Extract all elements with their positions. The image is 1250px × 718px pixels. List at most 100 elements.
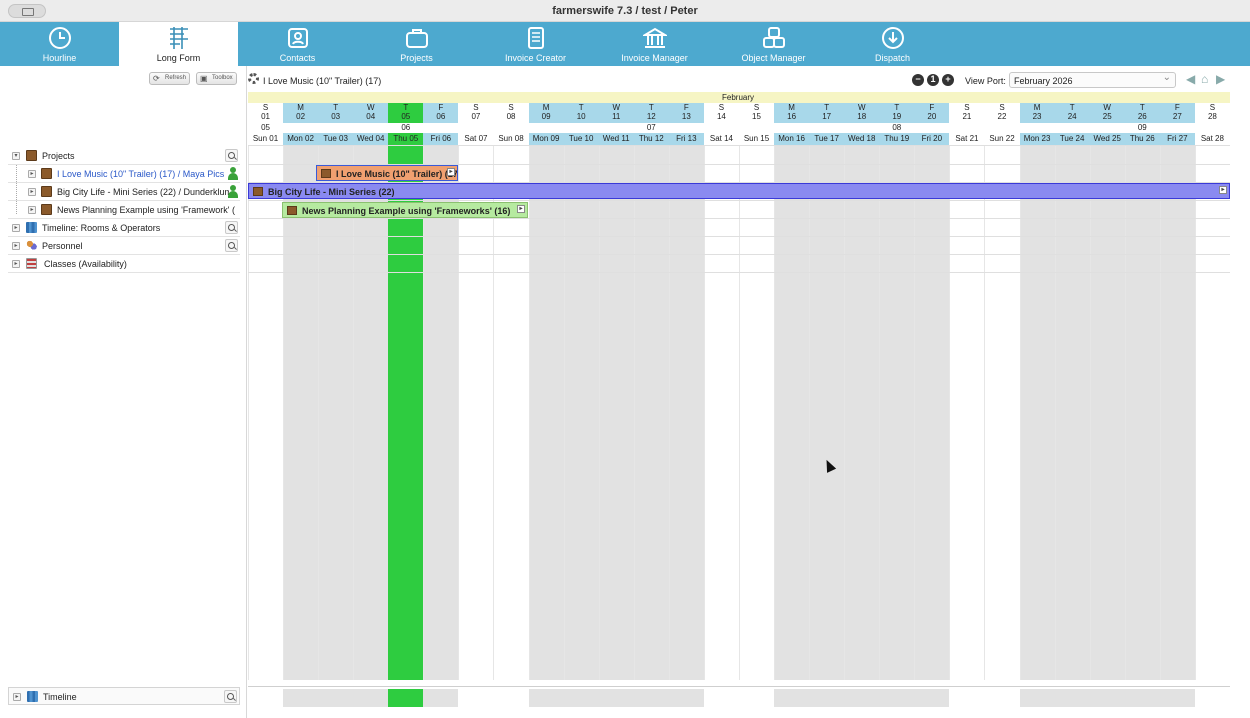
search-icon[interactable] xyxy=(225,149,238,162)
expand-icon[interactable]: ▸ xyxy=(12,260,20,268)
expand-icon[interactable]: ▸ xyxy=(447,168,455,176)
booking-bar[interactable]: I Love Music (10" Trailer) (17) ▸ xyxy=(316,165,458,181)
day-label[interactable]: Fri 06 xyxy=(423,133,459,145)
day-label[interactable]: Wed 04 xyxy=(353,133,389,145)
day-label[interactable]: Sun 22 xyxy=(984,133,1020,145)
tree-bottom-timeline[interactable]: ▸ Timeline xyxy=(8,687,240,705)
day-label[interactable]: Tue 17 xyxy=(809,133,845,145)
zoom-reset-button[interactable]: 1 xyxy=(927,74,939,86)
day-header[interactable]: M 09 xyxy=(528,103,564,123)
day-header[interactable]: S 07 xyxy=(458,103,494,123)
search-icon[interactable] xyxy=(225,221,238,234)
day-header[interactable]: F 06 xyxy=(423,103,459,123)
expand-icon[interactable]: ▸ xyxy=(28,170,36,178)
nav-object-manager[interactable]: Object Manager xyxy=(714,22,833,66)
day-column[interactable] xyxy=(949,145,985,680)
timeline-column[interactable] xyxy=(1194,689,1230,707)
day-label[interactable]: Tue 24 xyxy=(1054,133,1090,145)
day-label[interactable]: Sat 28 xyxy=(1194,133,1230,145)
day-header[interactable]: T 05 xyxy=(388,103,424,123)
expand-icon[interactable]: ▸ xyxy=(28,206,36,214)
day-label[interactable]: Tue 03 xyxy=(318,133,354,145)
day-label[interactable]: Sat 14 xyxy=(703,133,739,145)
timeline-column[interactable] xyxy=(914,689,950,707)
tree-personnel[interactable]: ▸ Personnel xyxy=(8,237,240,255)
nav-contacts[interactable]: Contacts xyxy=(238,22,357,66)
timeline-column[interactable] xyxy=(353,689,389,707)
calendar-grid[interactable]: February S 01 Sun 01 M 02 Mon 02 T 03 Tue 03 W 04 W… xyxy=(248,92,1230,718)
day-header[interactable]: S 14 xyxy=(703,103,739,123)
day-header[interactable]: S 08 xyxy=(493,103,529,123)
gear-icon[interactable] xyxy=(248,73,259,84)
day-label[interactable]: Mon 23 xyxy=(1019,133,1055,145)
day-header[interactable]: S 15 xyxy=(738,103,775,123)
tree-timeline-rooms[interactable]: ▸ Timeline: Rooms & Operators xyxy=(8,219,240,237)
day-column[interactable] xyxy=(353,145,389,680)
arrow-left-icon[interactable]: ◀ xyxy=(1186,73,1198,85)
timeline-column[interactable] xyxy=(1054,689,1090,707)
day-label[interactable]: Sat 21 xyxy=(949,133,985,145)
day-column[interactable] xyxy=(493,145,529,680)
day-label[interactable]: Thu 05 xyxy=(388,133,424,145)
nav-dispatch[interactable]: Dispatch xyxy=(833,22,952,66)
search-icon[interactable] xyxy=(224,690,237,703)
day-header[interactable]: T 12 xyxy=(633,103,669,123)
expand-icon[interactable]: ▸ xyxy=(12,242,20,250)
timeline-column[interactable] xyxy=(1019,689,1055,707)
timeline-column[interactable] xyxy=(283,689,319,707)
timeline-column[interactable] xyxy=(879,689,915,707)
day-label[interactable]: Tue 10 xyxy=(563,133,599,145)
day-column[interactable] xyxy=(809,145,845,680)
day-header[interactable]: T 19 xyxy=(879,103,915,123)
day-column[interactable] xyxy=(703,145,739,680)
day-label[interactable]: Thu 19 xyxy=(879,133,915,145)
day-column[interactable] xyxy=(844,145,880,680)
timeline-column[interactable] xyxy=(809,689,845,707)
timeline-column[interactable] xyxy=(1089,689,1125,707)
day-header[interactable]: M 23 xyxy=(1019,103,1055,123)
day-column[interactable] xyxy=(563,145,599,680)
day-label[interactable]: Mon 02 xyxy=(283,133,319,145)
collapse-icon[interactable]: ▾ xyxy=(12,152,20,160)
home-icon[interactable]: ⌂ xyxy=(1201,73,1213,85)
nav-invoice-manager[interactable]: Invoice Manager xyxy=(595,22,714,66)
tree-item-big-city-life[interactable]: ▸ Big City Life - Mini Series (22) / Dun… xyxy=(8,183,240,201)
day-column[interactable] xyxy=(423,145,459,680)
refresh-button[interactable]: ⟳ Refresh xyxy=(149,72,191,85)
day-column[interactable] xyxy=(774,145,810,680)
day-label[interactable]: Thu 12 xyxy=(633,133,669,145)
day-header[interactable]: F 13 xyxy=(668,103,704,123)
nav-invoice-creator[interactable]: Invoice Creator xyxy=(476,22,595,66)
booking-bar[interactable]: News Planning Example using 'Frameworks'… xyxy=(282,202,528,218)
day-column[interactable] xyxy=(633,145,669,680)
day-label[interactable]: Fri 27 xyxy=(1159,133,1195,145)
expand-icon[interactable]: ▸ xyxy=(1219,186,1227,194)
timeline-column[interactable] xyxy=(318,689,354,707)
day-column[interactable] xyxy=(248,145,284,680)
day-column[interactable] xyxy=(528,145,564,680)
day-header[interactable]: F 27 xyxy=(1159,103,1195,123)
expand-icon[interactable]: ▸ xyxy=(12,224,20,232)
day-column[interactable] xyxy=(668,145,704,680)
day-column[interactable] xyxy=(738,145,775,680)
timeline-column[interactable] xyxy=(458,689,494,707)
day-header[interactable]: T 24 xyxy=(1054,103,1090,123)
day-column[interactable] xyxy=(914,145,950,680)
day-header[interactable]: S 01 xyxy=(248,103,284,123)
timeline-column[interactable] xyxy=(1159,689,1195,707)
day-column[interactable] xyxy=(598,145,634,680)
day-label[interactable]: Sat 07 xyxy=(458,133,494,145)
day-column[interactable] xyxy=(458,145,494,680)
day-label[interactable]: Mon 09 xyxy=(528,133,564,145)
timeline-column[interactable] xyxy=(774,689,810,707)
tree-classes[interactable]: ▸ Classes (Availability) xyxy=(8,255,240,273)
day-header[interactable]: T 17 xyxy=(809,103,845,123)
day-header[interactable]: S 28 xyxy=(1194,103,1230,123)
day-header[interactable]: S 21 xyxy=(949,103,985,123)
day-column[interactable] xyxy=(1019,145,1055,680)
timeline-column[interactable] xyxy=(563,689,599,707)
zoom-in-button[interactable]: + xyxy=(942,74,954,86)
day-column[interactable] xyxy=(1089,145,1125,680)
day-header[interactable]: F 20 xyxy=(914,103,950,123)
expand-icon[interactable]: ▸ xyxy=(13,693,21,701)
